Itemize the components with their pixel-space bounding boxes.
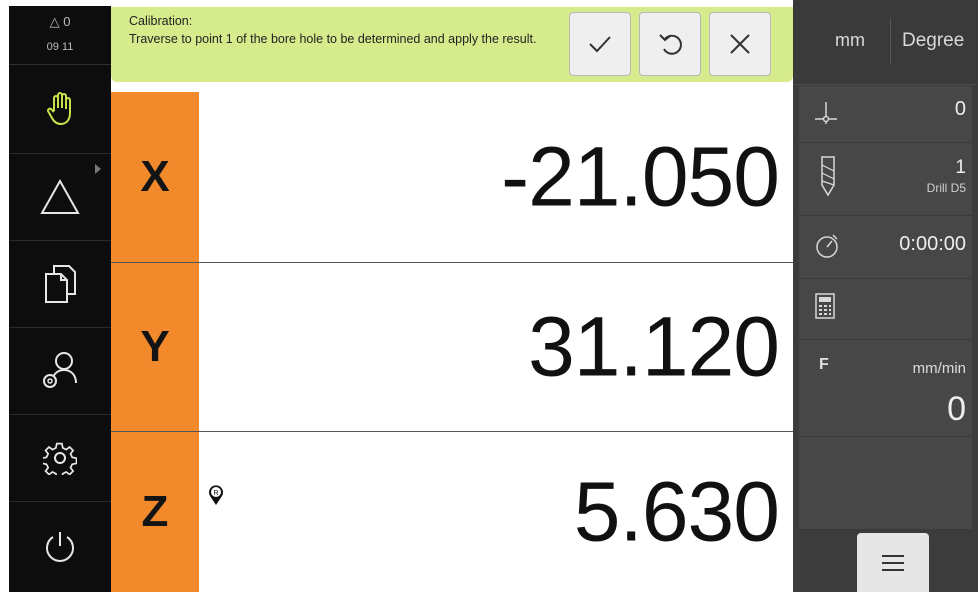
power-button[interactable]	[9, 502, 111, 592]
tool-number: 1	[955, 157, 966, 178]
cancel-icon	[730, 34, 750, 54]
status-bar-menu-button[interactable]	[857, 533, 929, 592]
axis-label-y[interactable]: Y	[111, 263, 199, 431]
documents-icon	[45, 265, 76, 303]
file-management-button[interactable]	[9, 241, 111, 328]
axis-label-x[interactable]: X	[111, 92, 199, 262]
triangle-icon	[40, 178, 80, 214]
axis-value-z: 5.630	[573, 464, 780, 559]
calibration-message: Calibration: Traverse to point 1 of the …	[111, 7, 793, 82]
datum-value: 0	[954, 98, 966, 120]
axis-row-x[interactable]: X -21.050	[111, 92, 793, 263]
length-unit[interactable]: mm	[835, 30, 865, 51]
tool-panel[interactable]: 1 Drill D5	[799, 143, 972, 216]
datum-panel[interactable]: 0	[799, 86, 972, 143]
datum-icon	[815, 102, 837, 124]
calculator-icon	[815, 293, 835, 319]
hand-icon	[47, 92, 71, 125]
reference-mark-icon: R	[207, 484, 225, 511]
timer-value: 0:00:00	[899, 233, 966, 255]
feed-label: F	[819, 356, 829, 373]
warning-triangle-icon: △	[49, 14, 60, 29]
axis-row-y[interactable]: Y 31.120	[111, 263, 793, 432]
calculator-panel[interactable]	[799, 279, 972, 340]
axis-row-z[interactable]: Z R 5.630	[111, 432, 793, 592]
undo-button[interactable]	[639, 12, 701, 76]
manual-mode-button[interactable]	[9, 65, 111, 154]
message-title: Calibration:	[129, 14, 193, 28]
warning-count: 0	[63, 14, 71, 29]
confirm-button[interactable]	[569, 12, 631, 76]
tool-name: Drill D5	[926, 181, 966, 195]
user-login-button[interactable]	[9, 328, 111, 415]
stopwatch-panel[interactable]: 0:00:00	[799, 216, 972, 279]
main-menu: △ 0 09 11	[9, 6, 111, 592]
status-bar: mm Degree 0 1 Drill D5 0:00:00 F mm/min …	[793, 0, 978, 592]
feed-panel[interactable]: F mm/min 0	[799, 340, 972, 437]
angle-unit[interactable]: Degree	[902, 30, 964, 52]
hamburger-icon	[882, 554, 904, 571]
axis-value-y: 31.120	[528, 299, 780, 394]
settings-button[interactable]	[9, 415, 111, 502]
stopwatch-icon	[816, 234, 838, 258]
mdi-mode-button[interactable]	[9, 154, 111, 241]
units-panel[interactable]: mm Degree	[793, 0, 978, 85]
status-indicator[interactable]: △ 0 09 11	[9, 6, 111, 65]
undo-icon	[659, 34, 682, 55]
axis-label-z[interactable]: Z	[111, 432, 199, 592]
drill-tool-icon	[821, 156, 835, 197]
submenu-arrow-icon	[95, 164, 101, 174]
svg-text:R: R	[213, 490, 218, 497]
clock: 09 11	[46, 41, 74, 53]
position-display: X -21.050 Y 31.120 Z R 5.630	[111, 0, 793, 592]
feed-unit: mm/min	[912, 360, 966, 377]
gear-icon	[43, 442, 77, 475]
empty-panel	[799, 437, 972, 530]
cancel-button[interactable]	[709, 12, 771, 76]
axis-value-x: -21.050	[501, 129, 780, 224]
confirm-icon	[589, 36, 611, 53]
message-text: Traverse to point 1 of the bore hole to …	[129, 32, 537, 46]
power-icon	[46, 532, 74, 562]
user-settings-icon	[43, 352, 77, 388]
feed-value: 0	[947, 390, 966, 428]
